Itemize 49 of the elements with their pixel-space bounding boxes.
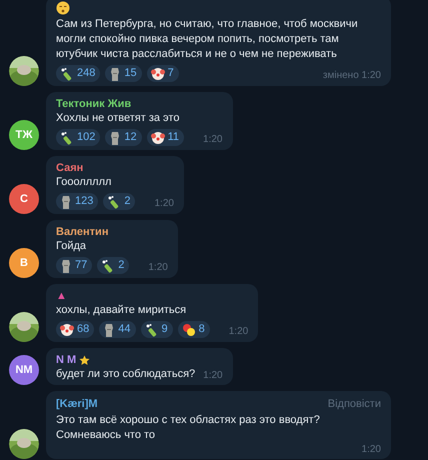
reaction-chip[interactable]: 102 [56, 129, 100, 146]
reaction-chip[interactable]: 68 [56, 321, 94, 338]
reaction-chip[interactable]: 7 [146, 65, 179, 82]
sender-name[interactable]: Саян [56, 161, 84, 175]
sender-name[interactable]: ▲ [56, 289, 67, 303]
bottle-icon [60, 66, 74, 80]
reaction-chip[interactable]: 44 [99, 321, 136, 338]
avatar[interactable]: NM [9, 355, 39, 385]
clown-icon [60, 322, 74, 336]
message-text: Хохлы не ответят за это [56, 111, 180, 126]
burst-icon [182, 322, 196, 336]
statue-icon [60, 258, 72, 272]
reaction-chip[interactable]: 123 [56, 193, 98, 210]
message-text: Гойда [56, 239, 86, 254]
message-time: 1:20 [228, 325, 248, 338]
statue-icon [60, 194, 72, 208]
reaction-chip[interactable]: 15 [105, 65, 142, 82]
message-time: 1:20 [147, 261, 168, 274]
reaction-chip[interactable]: 77 [56, 257, 92, 274]
message-text: будет ли это соблюдаться? [56, 367, 196, 382]
reaction-chip[interactable]: 9 [140, 321, 173, 338]
sender-name[interactable]: Тектоник Жив [56, 97, 132, 111]
reaction-chip[interactable]: 2 [103, 193, 136, 210]
message-time: 1:20 [153, 197, 174, 210]
message-text: Гоооллллл [56, 175, 112, 190]
reaction-chip[interactable]: 11 [146, 129, 184, 146]
reaction-chip[interactable]: 2 [97, 257, 130, 274]
sender-name[interactable]: Валентин [56, 225, 108, 239]
sender-name[interactable]: [Kæri]M [56, 397, 98, 412]
statue-icon [109, 130, 122, 144]
message-text: Это там всё хорошо с тех областях раз это вводят? Сомневаюсь что то [56, 412, 321, 442]
bottle-icon [60, 130, 74, 144]
reaction-chip[interactable]: 248 [56, 65, 100, 82]
statue-icon [103, 322, 116, 336]
sender-name[interactable]: N M [56, 353, 76, 367]
message-text: хохлы, давайте мириться [56, 303, 186, 318]
message-time: змінено 1:20 [322, 69, 381, 82]
message-time: 1:20 [362, 442, 381, 456]
statue-icon [109, 66, 122, 80]
clown-icon [150, 66, 165, 80]
clown-icon [150, 130, 165, 144]
bottle-icon [144, 322, 158, 336]
avatar[interactable]: С [9, 184, 39, 214]
reaction-chip[interactable]: 8 [178, 321, 210, 338]
message-time: 1:20 [202, 133, 222, 146]
reply-link[interactable]: Відповісти [328, 396, 381, 412]
message-time: 1:20 [203, 369, 223, 382]
message-text: Сам из Петербурга, но считаю, что главное, чтоб москвичи могли спокойно пивка вечером попить, посмотреть там ютубчик чиста расслабиться и не о чем не переживать [56, 17, 359, 62]
reaction-chip[interactable]: 12 [105, 129, 142, 146]
